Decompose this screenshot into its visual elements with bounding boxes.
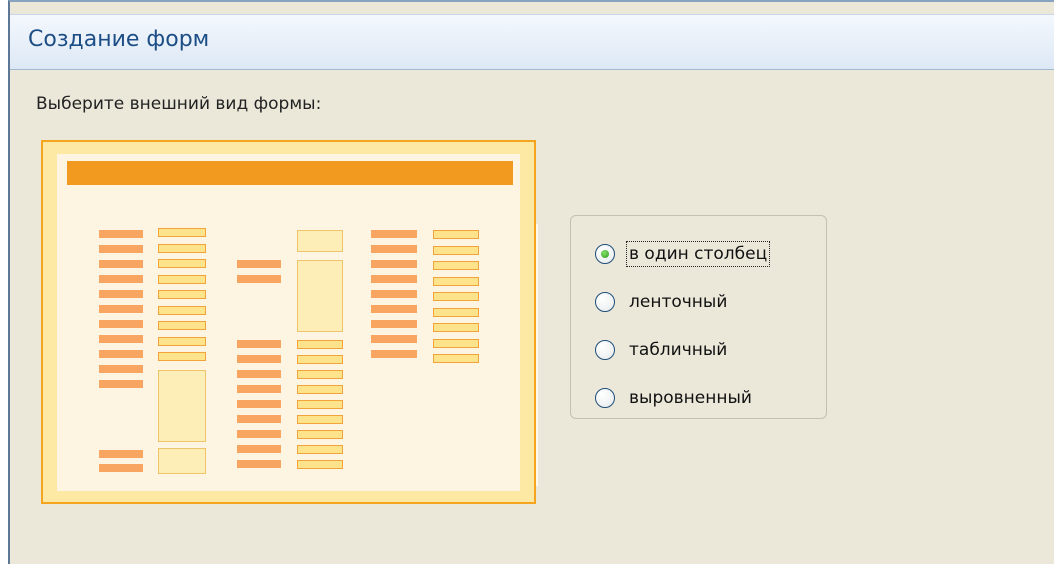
preview-label-block [99,305,143,313]
preview-field-block [433,338,479,348]
preview-label-block [371,335,417,343]
preview-field-block [433,292,479,301]
preview-label-block [371,290,417,298]
preview-field-block [158,274,206,284]
preview-field-block [433,245,479,255]
preview-field-block [297,260,343,332]
option-label: в один столбец [625,241,771,267]
preview-label-block [371,275,417,283]
preview-field-block [158,336,206,346]
preview-label-block [99,245,143,253]
wizard-window: Создание форм Выберите внешний вид формы… [8,0,1054,564]
preview-divider [536,224,538,486]
preview-field-block [158,305,206,315]
preview-field-block [297,400,343,409]
preview-field-block [433,276,479,286]
preview-label-block [371,230,417,238]
preview-header-bar [67,161,513,185]
preview-label-block [237,385,281,393]
preview-field-block [158,321,206,330]
preview-field-block [297,370,343,379]
preview-label-block [371,260,417,268]
preview-label-block [237,400,281,408]
preview-field-block [297,445,343,454]
layout-options-group: в один столбец ленточный табличный выров… [570,215,827,419]
preview-field-block [297,460,343,469]
preview-label-block [237,415,281,423]
radio-justified[interactable] [595,388,615,408]
preview-field-block [158,370,206,442]
preview-field-block [158,448,206,474]
preview-label-block [237,275,281,283]
preview-field-block [433,354,479,363]
preview-label-block [237,355,281,363]
preview-field-block [433,323,479,332]
radio-ribbon[interactable] [595,292,615,312]
preview-label-block [237,260,281,268]
preview-label-block [371,320,417,328]
preview-label-block [237,340,281,348]
preview-label-block [237,460,281,468]
preview-label-block [371,305,417,313]
preview-field-block [433,230,479,239]
preview-label-block [99,450,143,458]
preview-field-block [158,290,206,299]
preview-label-block [99,365,143,373]
preview-label-block [99,335,143,343]
title-bar: Создание форм [10,14,1054,70]
preview-label-block [99,320,143,328]
preview-label-block [371,350,417,358]
preview-field-block [433,261,479,270]
preview-label-block [99,260,143,268]
preview-field-block [297,355,343,364]
preview-field-block [433,307,479,317]
preview-label-block [237,445,281,453]
preview-label-block [99,275,143,283]
layout-prompt: Выберите внешний вид формы: [36,94,322,114]
option-label: ленточный [629,292,728,312]
preview-label-block [99,230,143,238]
preview-label-block [99,464,143,472]
window-title: Создание форм [28,27,210,52]
radio-datasheet[interactable] [595,340,615,360]
preview-label-block [99,350,143,358]
preview-field-block [158,228,206,237]
preview-field-block [158,259,206,268]
preview-label-block [99,290,143,298]
preview-label-block [371,245,417,253]
preview-field-block [297,415,343,424]
radio-columnar[interactable] [595,244,615,264]
layout-preview-image [41,140,538,504]
radio-selected-dot [601,250,609,258]
preview-label-block [237,370,281,378]
option-label: табличный [629,340,728,360]
preview-field-block [297,430,343,439]
preview-field-block [297,230,343,252]
preview-label-block [99,380,143,388]
preview-label-block [237,430,281,438]
preview-field-block [158,243,206,253]
preview-field-block [158,352,206,361]
preview-field-block [297,340,343,349]
option-label: выровненный [629,388,752,408]
preview-field-block [297,385,343,394]
